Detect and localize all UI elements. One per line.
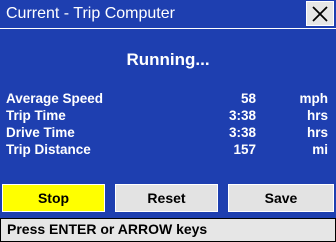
stat-value: 157 (233, 142, 256, 157)
stat-label: Average Speed (6, 91, 104, 106)
trip-computer-screen: Current - Trip Computer Running... Avera… (0, 0, 336, 242)
stat-value: 58 (240, 91, 256, 106)
stat-unit: hrs (306, 125, 328, 140)
reset-button[interactable]: Reset (115, 184, 218, 212)
stat-unit: mi (312, 142, 328, 157)
stat-value: 3:38 (228, 125, 256, 140)
stat-row-trip-time: Trip Time 3:38 hrs (0, 107, 336, 124)
stop-button[interactable]: Stop (2, 184, 105, 212)
status-text: Running... (126, 50, 210, 69)
close-icon (312, 5, 328, 22)
hint-text: Press ENTER or ARROW keys (7, 221, 208, 237)
title-bar: Current - Trip Computer (0, 0, 336, 29)
close-button[interactable] (306, 1, 334, 26)
stat-unit: mph (299, 91, 329, 106)
stat-row-average-speed: Average Speed 58 mph (0, 90, 336, 107)
stat-value: 3:38 (228, 108, 256, 123)
stat-label: Drive Time (6, 125, 75, 140)
stat-label: Trip Distance (6, 142, 91, 157)
hint-bar: Press ENTER or ARROW keys (0, 218, 336, 242)
save-button[interactable]: Save (228, 184, 334, 212)
stat-row-trip-distance: Trip Distance 157 mi (0, 141, 336, 158)
button-bar: Stop Reset Save (0, 184, 336, 214)
stat-unit: hrs (306, 108, 328, 123)
window-title: Current - Trip Computer (6, 5, 175, 22)
stat-label: Trip Time (6, 108, 66, 123)
stat-row-drive-time: Drive Time 3:38 hrs (0, 124, 336, 141)
